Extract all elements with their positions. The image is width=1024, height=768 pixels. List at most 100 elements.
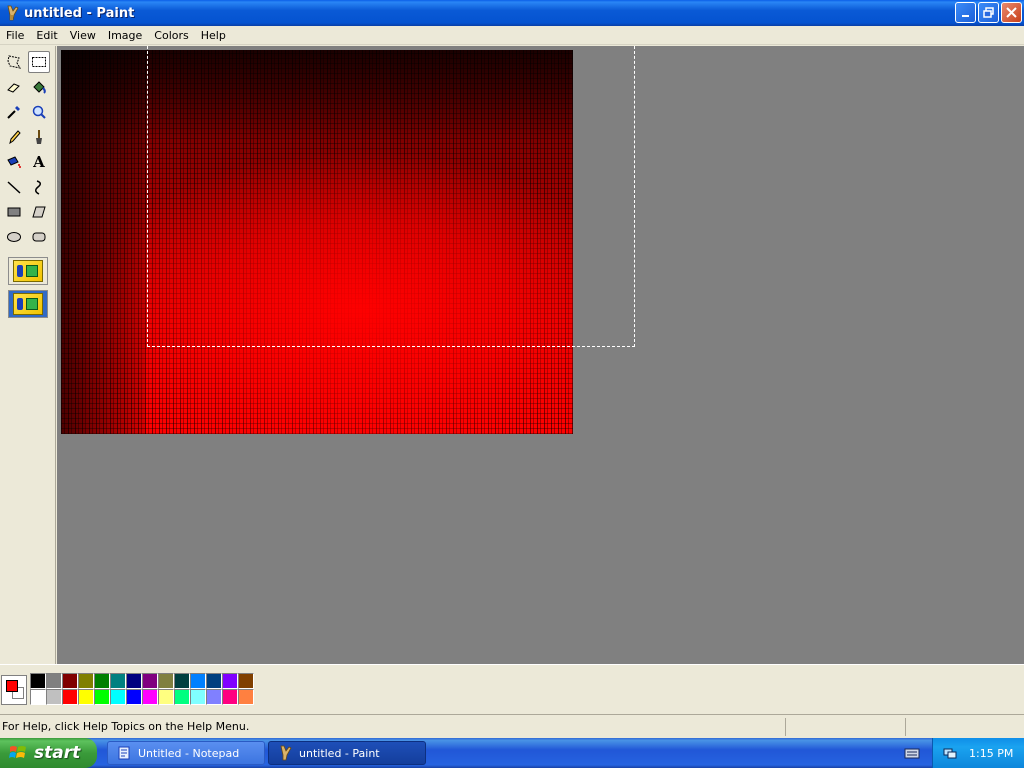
windows-logo-icon <box>9 746 26 758</box>
taskbar-item-label: untitled - Paint <box>299 746 380 760</box>
notepad-icon <box>118 746 130 760</box>
palette-swatch[interactable] <box>94 673 110 689</box>
palette-swatch[interactable] <box>110 689 126 705</box>
eyedropper-icon <box>7 106 20 119</box>
status-pane-coordinates <box>785 717 905 736</box>
rectangle-icon <box>7 207 21 217</box>
palette-swatch[interactable] <box>78 689 94 705</box>
tool-airbrush[interactable] <box>3 151 25 173</box>
free-form-select-icon <box>7 55 22 69</box>
tool-rectangle[interactable] <box>3 201 25 223</box>
paint-icon <box>280 745 292 761</box>
tool-magnifier[interactable] <box>28 101 50 123</box>
palette-swatch[interactable] <box>142 689 158 705</box>
restore-button[interactable] <box>978 2 999 23</box>
menu-image[interactable]: Image <box>102 29 148 42</box>
tool-pencil[interactable] <box>3 126 25 148</box>
menu-view[interactable]: View <box>64 29 102 42</box>
palette-swatch[interactable] <box>126 689 142 705</box>
menu-help[interactable]: Help <box>195 29 232 42</box>
airbrush-icon <box>7 156 21 168</box>
tool-brush[interactable] <box>28 126 50 148</box>
palette-swatch[interactable] <box>62 673 78 689</box>
tool-ellipse[interactable] <box>3 226 25 248</box>
taskbar-item-label: Untitled - Notepad <box>138 746 240 760</box>
palette-swatch[interactable] <box>94 689 110 705</box>
color-palette <box>30 673 254 705</box>
brush-icon <box>36 130 42 144</box>
palette-swatch[interactable] <box>78 673 94 689</box>
taskbar-item-paint[interactable]: untitled - Paint <box>268 741 426 765</box>
minimize-button[interactable] <box>955 2 976 23</box>
selection-transparent-option[interactable] <box>8 290 48 318</box>
network-icon[interactable] <box>943 746 957 760</box>
palette-swatch[interactable] <box>46 689 62 705</box>
palette-swatch[interactable] <box>142 673 158 689</box>
palette-swatch[interactable] <box>174 689 190 705</box>
tool-free-form-select[interactable] <box>3 51 25 73</box>
menu-edit[interactable]: Edit <box>30 29 63 42</box>
status-bar: For Help, click Help Topics on the Help … <box>0 714 1024 738</box>
paint-app-icon <box>7 5 19 21</box>
palette-swatch[interactable] <box>190 689 206 705</box>
eraser-icon <box>7 83 20 93</box>
palette-swatch[interactable] <box>206 673 222 689</box>
selection-opaque-option[interactable] <box>8 257 48 285</box>
palette-swatch[interactable] <box>158 673 174 689</box>
start-label: start <box>34 743 81 763</box>
status-help-text: For Help, click Help Topics on the Help … <box>2 720 250 733</box>
minimize-icon <box>961 14 969 17</box>
palette-swatch[interactable] <box>30 673 46 689</box>
current-colors[interactable] <box>1 675 27 705</box>
polygon-icon <box>32 206 46 218</box>
palette-swatch[interactable] <box>222 673 238 689</box>
palette-swatch[interactable] <box>238 689 254 705</box>
palette-swatch[interactable] <box>30 689 46 705</box>
tool-pick-color[interactable] <box>3 101 25 123</box>
rectangle-select-icon <box>32 57 46 67</box>
tool-polygon[interactable] <box>28 201 50 223</box>
close-button[interactable] <box>1001 2 1022 23</box>
foreground-color <box>6 680 18 692</box>
tool-select[interactable] <box>28 51 50 73</box>
line-icon <box>7 181 21 194</box>
start-button[interactable]: start <box>0 738 97 768</box>
text-icon: A <box>33 153 45 171</box>
clock[interactable]: 1:15 PM <box>969 747 1013 760</box>
opaque-selection-icon <box>13 260 43 282</box>
tool-curve[interactable] <box>28 176 50 198</box>
keyboard-icon[interactable] <box>904 746 920 760</box>
tool-eraser[interactable] <box>3 76 25 98</box>
menu-colors[interactable]: Colors <box>148 29 194 42</box>
taskbar-item-notepad[interactable]: Untitled - Notepad <box>107 741 265 765</box>
palette-swatch[interactable] <box>206 689 222 705</box>
tool-box: A <box>0 46 56 664</box>
tool-fill[interactable] <box>28 76 50 98</box>
selection-rectangle[interactable] <box>147 46 635 347</box>
palette-swatch[interactable] <box>190 673 206 689</box>
palette-swatch[interactable] <box>158 689 174 705</box>
pencil-icon <box>9 130 21 145</box>
tool-text[interactable]: A <box>28 151 50 173</box>
window-title: untitled - Paint <box>24 5 135 21</box>
palette-swatch[interactable] <box>126 673 142 689</box>
palette-swatch[interactable] <box>238 673 254 689</box>
workspace[interactable] <box>57 46 1024 664</box>
transparent-selection-icon <box>13 293 43 315</box>
tool-line[interactable] <box>3 176 25 198</box>
menu-bar: File Edit View Image Colors Help <box>0 26 1024 45</box>
palette-swatch[interactable] <box>174 673 190 689</box>
palette-swatch[interactable] <box>222 689 238 705</box>
title-bar[interactable]: untitled - Paint <box>0 0 1024 26</box>
magnifier-icon <box>32 105 46 119</box>
palette-swatch[interactable] <box>62 689 78 705</box>
tool-rounded-rectangle[interactable] <box>28 226 50 248</box>
curve-icon <box>35 180 41 195</box>
close-icon <box>1006 7 1017 18</box>
palette-swatch[interactable] <box>110 673 126 689</box>
system-tray: 1:15 PM <box>932 738 1024 768</box>
restore-icon <box>982 6 994 18</box>
ellipse-icon <box>7 232 21 242</box>
menu-file[interactable]: File <box>0 29 30 42</box>
palette-swatch[interactable] <box>46 673 62 689</box>
